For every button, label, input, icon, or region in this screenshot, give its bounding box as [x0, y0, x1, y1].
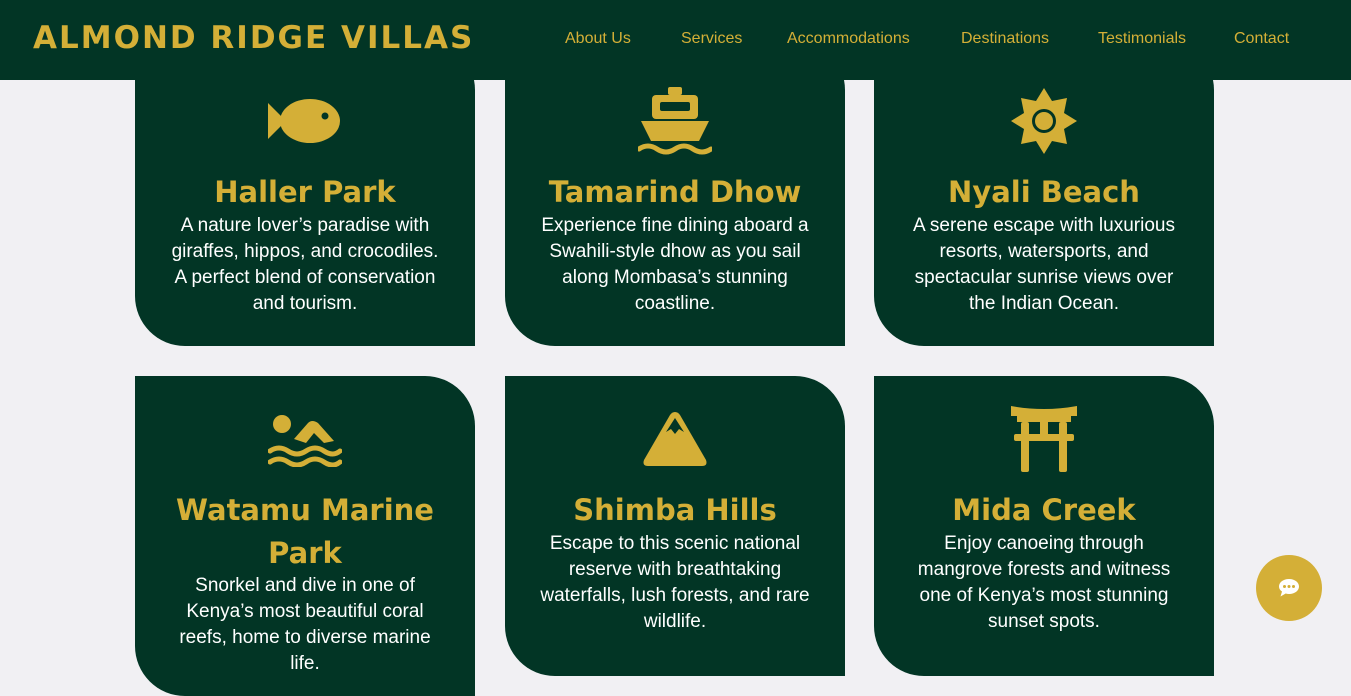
- card-title: Haller Park: [214, 175, 396, 209]
- card-description: Escape to this scenic national reserve w…: [540, 533, 810, 632]
- ship-icon: [505, 86, 845, 156]
- nav-testimonials[interactable]: Testimonials: [1098, 30, 1186, 48]
- chat-button[interactable]: [1256, 555, 1322, 621]
- card-description: A nature lover’s paradise with giraffes,…: [171, 215, 439, 314]
- card-title: Shimba Hills: [573, 493, 777, 527]
- card-description: Experience fine dining aboard a Swahili-…: [541, 215, 809, 314]
- torii-gate-icon: [874, 404, 1214, 474]
- card-description: Snorkel and dive in one of Kenya’s most …: [179, 575, 431, 674]
- card-description: Enjoy canoeing through mangrove forests …: [917, 533, 1171, 632]
- swimmer-icon: [135, 404, 475, 474]
- destination-card-tamarind-dhow: Tamarind Dhow Experience fine dining abo…: [505, 40, 845, 346]
- chat-icon: [1279, 579, 1299, 597]
- brand-logo[interactable]: ALMOND RIDGE VILLAS: [33, 20, 474, 56]
- destination-card-shimba-hills: Shimba Hills Escape to this scenic natio…: [505, 376, 845, 676]
- destination-card-watamu-marine-park: Watamu Marine Park Snorkel and dive in o…: [135, 376, 475, 696]
- card-title: Watamu Marine Park: [176, 493, 434, 570]
- nav-accommodations[interactable]: Accommodations: [787, 30, 910, 48]
- nav-destinations[interactable]: Destinations: [961, 30, 1049, 48]
- card-description: A serene escape with luxurious resorts, …: [913, 215, 1175, 314]
- nav-about-us[interactable]: About Us: [565, 30, 631, 48]
- destination-card-nyali-beach: Nyali Beach A serene escape with luxurio…: [874, 40, 1214, 346]
- nav-contact[interactable]: Contact: [1234, 30, 1289, 48]
- fish-icon: [135, 86, 475, 156]
- sun-icon: [874, 86, 1214, 156]
- nav-services[interactable]: Services: [681, 30, 742, 48]
- mountain-icon: [505, 404, 845, 474]
- destination-card-haller-park: Haller Park A nature lover’s paradise wi…: [135, 40, 475, 346]
- site-header: ALMOND RIDGE VILLAS About Us Services Ac…: [0, 0, 1351, 80]
- card-title: Mida Creek: [952, 493, 1136, 527]
- destination-card-mida-creek: Mida Creek Enjoy canoeing through mangro…: [874, 376, 1214, 676]
- card-title: Tamarind Dhow: [548, 175, 802, 209]
- card-title: Nyali Beach: [948, 175, 1140, 209]
